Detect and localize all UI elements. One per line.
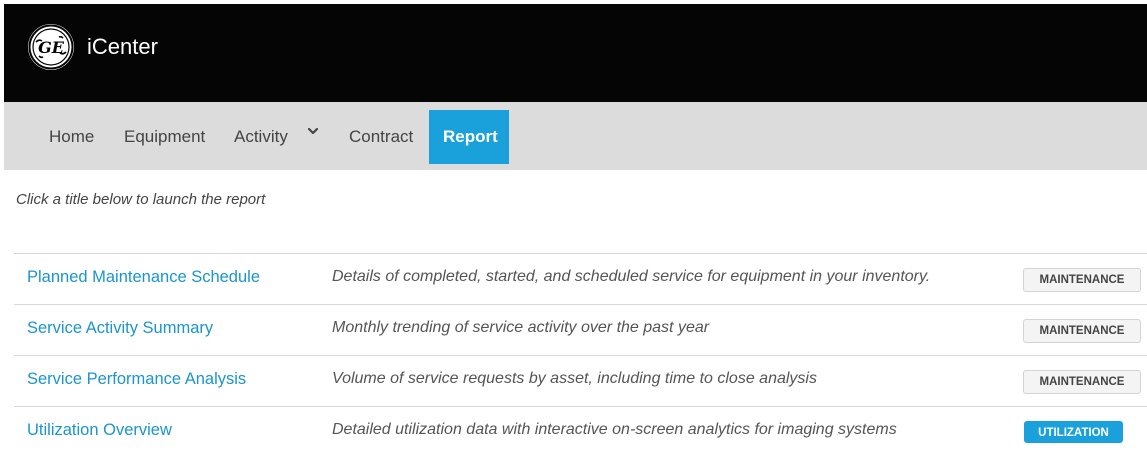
category-badge: MAINTENANCE — [1023, 319, 1141, 343]
report-row: Service Performance Analysis Volume of s… — [14, 355, 1147, 406]
report-title-link[interactable]: Planned Maintenance Schedule — [27, 268, 260, 287]
nav-home[interactable]: Home — [49, 110, 94, 164]
report-description: Volume of service requests by asset, inc… — [332, 370, 817, 387]
report-description: Monthly trending of service activity ove… — [332, 319, 710, 336]
report-description: Detailed utilization data with interacti… — [332, 421, 897, 438]
main-nav: Home Equipment Activity Contract Report — [4, 102, 1147, 170]
report-title-link[interactable]: Utilization Overview — [27, 421, 172, 440]
top-header-bar: GE iCenter — [4, 4, 1147, 102]
report-title-link[interactable]: Service Performance Analysis — [27, 370, 246, 389]
category-badge: MAINTENANCE — [1023, 370, 1141, 394]
ge-logo[interactable]: GE — [28, 24, 74, 70]
nav-report[interactable]: Report — [429, 110, 509, 164]
report-description: Details of completed, started, and sched… — [332, 268, 931, 285]
report-row: Service Activity Summary Monthly trendin… — [14, 304, 1147, 355]
nav-contract[interactable]: Contract — [349, 110, 413, 164]
report-row: Utilization Overview Detailed utilizatio… — [14, 406, 1147, 455]
nav-equipment[interactable]: Equipment — [124, 110, 205, 164]
report-row: Planned Maintenance Schedule Details of … — [14, 253, 1147, 304]
svg-text:GE: GE — [38, 38, 65, 57]
app-title: iCenter — [87, 34, 158, 59]
category-badge: UTILIZATION — [1024, 421, 1123, 443]
chevron-down-icon[interactable] — [308, 126, 318, 136]
ge-monogram-icon: GE — [28, 24, 74, 70]
nav-activity[interactable]: Activity — [234, 110, 288, 164]
category-badge: MAINTENANCE — [1023, 268, 1141, 292]
report-title-link[interactable]: Service Activity Summary — [27, 319, 213, 338]
intro-text: Click a title below to launch the report — [16, 191, 266, 208]
